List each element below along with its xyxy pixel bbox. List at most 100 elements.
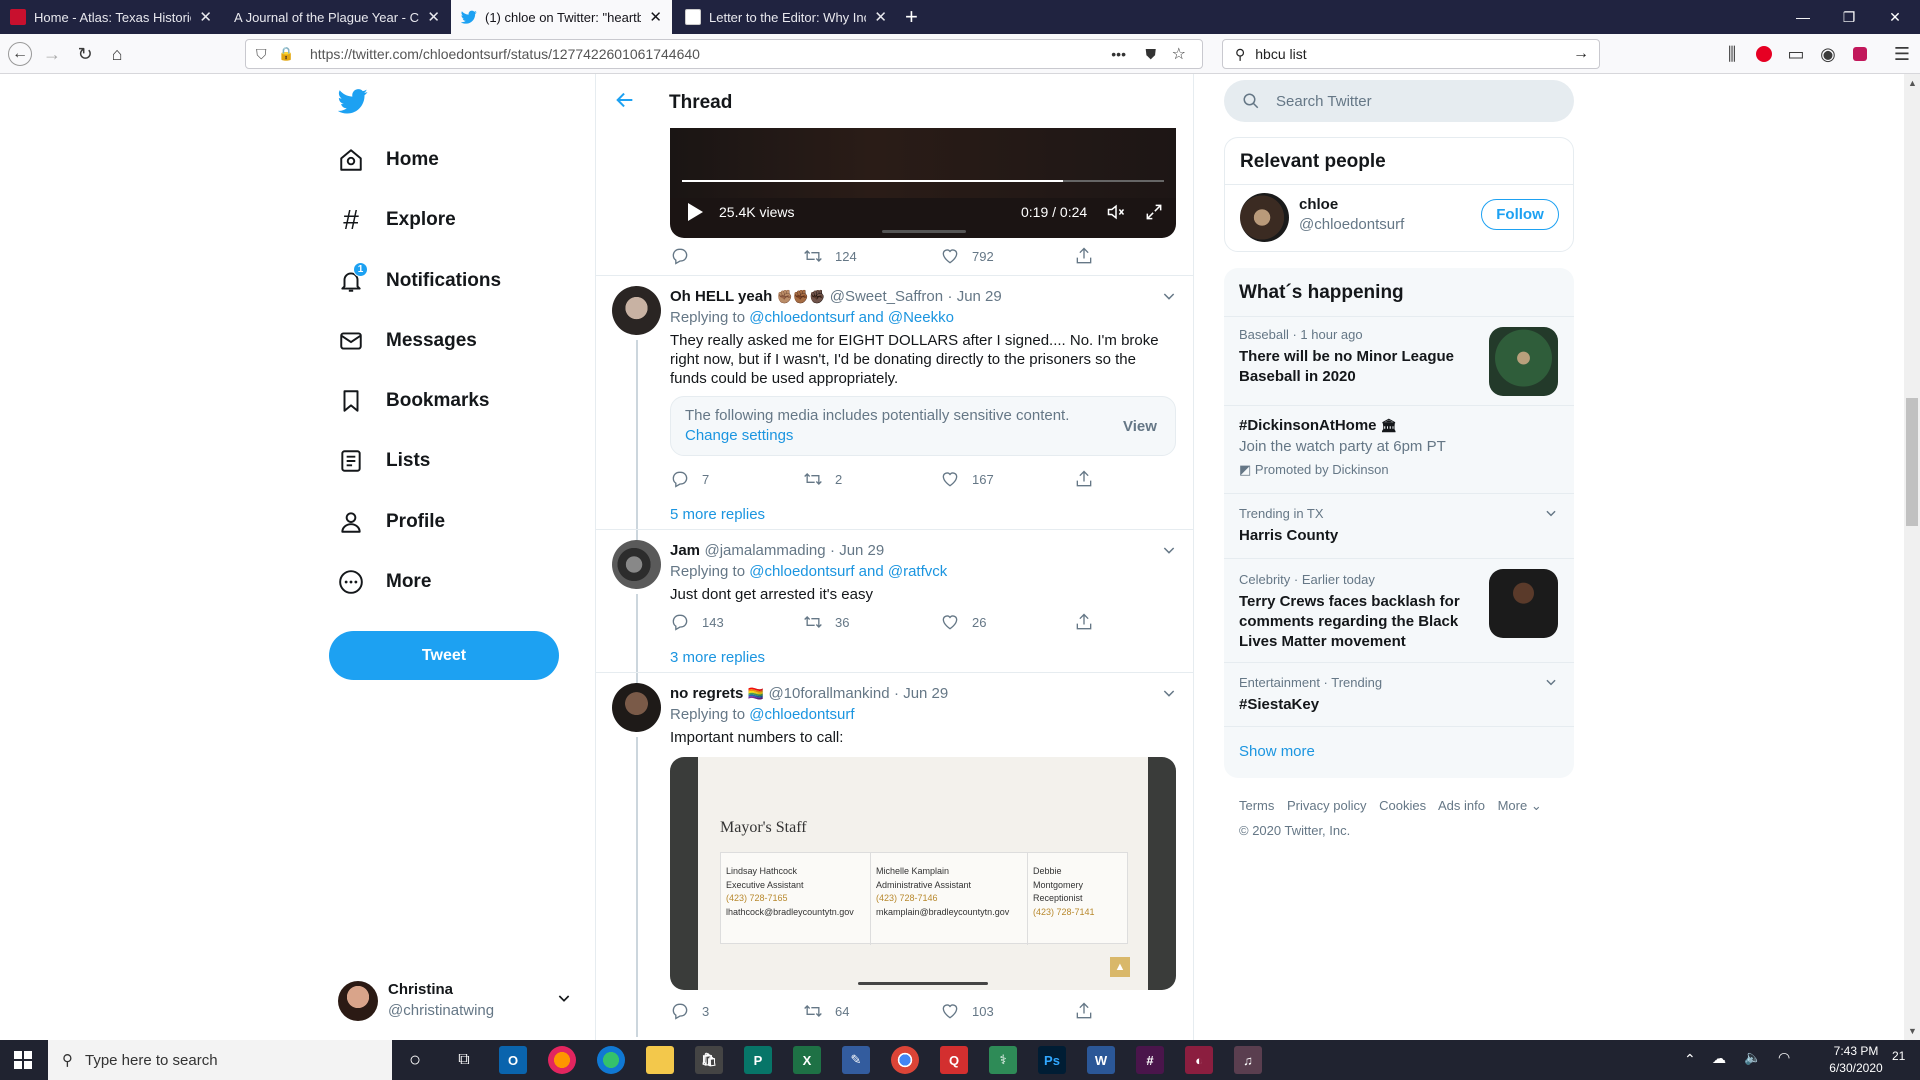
url-bar[interactable]: ⛉ 🔒 https://twitter.com/chloedontsurf/st…	[245, 39, 1203, 69]
store-icon[interactable]: 🛍	[695, 1046, 723, 1074]
sidebar-item-more[interactable]: More	[336, 560, 431, 604]
browser-tab[interactable]: A Journal of the Plague Year - Covid ✕	[224, 0, 450, 34]
share-action[interactable]	[1074, 612, 1106, 632]
slack-icon[interactable]: #	[1136, 1046, 1164, 1074]
tweet-button[interactable]: Tweet	[329, 631, 559, 680]
author-name[interactable]: Oh HELL yeah	[670, 288, 772, 305]
sidebar-item-lists[interactable]: Lists	[336, 439, 430, 483]
show-more-row[interactable]: Show more	[1224, 726, 1574, 778]
reload-icon[interactable]: ↻	[73, 42, 97, 66]
excel-icon[interactable]: X	[793, 1046, 821, 1074]
trend-item[interactable]: Trending in TX Harris County	[1224, 493, 1574, 558]
bookmark-star-icon[interactable]: ☆	[1172, 44, 1186, 64]
notification-center-icon[interactable]: 21	[1892, 1049, 1905, 1063]
chevron-down-icon[interactable]: ⌄	[1531, 798, 1542, 813]
clock-date[interactable]: 6/30/2020	[1822, 1061, 1890, 1075]
chevron-down-icon[interactable]	[1161, 685, 1177, 701]
onedrive-icon[interactable]: ☁	[1712, 1050, 1726, 1067]
photoshop-icon[interactable]: Ps	[1038, 1046, 1066, 1074]
avatar[interactable]	[1240, 193, 1289, 242]
change-settings-link[interactable]: Change settings	[685, 427, 793, 444]
outlook-icon[interactable]: O	[499, 1046, 527, 1074]
clock-time[interactable]: 7:43 PM	[1826, 1044, 1886, 1058]
footer-link[interactable]: Privacy policy	[1287, 798, 1366, 813]
pinterest-icon[interactable]	[1752, 42, 1776, 66]
like-action[interactable]: 792	[940, 246, 994, 266]
file-explorer-icon[interactable]	[646, 1046, 674, 1074]
search-go-icon[interactable]: →	[1573, 45, 1589, 63]
itunes-icon[interactable]: ♫	[1234, 1046, 1262, 1074]
replying-to-link[interactable]: @chloedontsurf and @ratfvck	[749, 563, 947, 580]
share-action[interactable]	[1074, 246, 1106, 266]
retweet-action[interactable]: 36	[803, 612, 849, 632]
author-handle[interactable]: @Sweet_Saffron	[830, 288, 943, 305]
back-arrow-icon[interactable]	[614, 89, 636, 111]
close-icon[interactable]: ✕	[649, 8, 662, 26]
task-view-icon[interactable]: ⧉	[450, 1046, 478, 1074]
retweet-action[interactable]: 2	[803, 469, 842, 489]
browser-search-value[interactable]: hbcu list	[1255, 46, 1306, 62]
share-action[interactable]	[1074, 469, 1106, 489]
twitter-logo-icon[interactable]	[338, 86, 368, 116]
sidebar-item-bookmarks[interactable]: Bookmarks	[336, 379, 490, 423]
footer-link[interactable]: Cookies	[1379, 798, 1426, 813]
author-name[interactable]: no regrets	[670, 685, 743, 702]
menu-icon[interactable]: ☰	[1890, 42, 1914, 66]
browser-search-bar[interactable]: ⚲ hbcu list →	[1222, 39, 1600, 69]
footer-link[interactable]: More	[1498, 798, 1528, 813]
close-window-icon[interactable]: ✕	[1872, 0, 1918, 34]
like-action[interactable]: 26	[940, 612, 986, 632]
page-actions-icon[interactable]: •••	[1111, 46, 1126, 62]
publisher-icon[interactable]: P	[744, 1046, 772, 1074]
avatar[interactable]	[612, 540, 661, 589]
chevron-down-icon[interactable]	[1161, 288, 1177, 304]
replying-to-link[interactable]: @chloedontsurf and @Neekko	[749, 309, 954, 326]
reply-action[interactable]: 3	[670, 1001, 709, 1021]
edge-icon[interactable]	[597, 1046, 625, 1074]
chevron-down-icon[interactable]	[1544, 675, 1558, 689]
forward-icon[interactable]: →	[40, 42, 64, 66]
q-app-icon[interactable]: Q	[940, 1046, 968, 1074]
close-icon[interactable]: ✕	[199, 8, 212, 26]
fullscreen-icon[interactable]	[1144, 202, 1164, 222]
retweet-action[interactable]: 64	[803, 1001, 849, 1021]
minimize-icon[interactable]: —	[1780, 0, 1826, 34]
search-input[interactable]: Search Twitter	[1224, 80, 1574, 122]
video-player[interactable]: 25.4K views 0:19 / 0:24	[670, 128, 1176, 238]
author-handle[interactable]: @jamalammading	[704, 542, 825, 559]
avatar[interactable]	[612, 286, 661, 335]
firefox-icon[interactable]	[548, 1046, 576, 1074]
more-replies-link[interactable]: 3 more replies	[670, 649, 765, 666]
author-handle[interactable]: @10forallmankind	[768, 685, 889, 702]
footer-link[interactable]: Ads info	[1438, 798, 1485, 813]
retweet-action[interactable]: 124	[803, 246, 857, 266]
sidebar-item-explore[interactable]: # Explore	[336, 198, 456, 242]
view-button[interactable]: View	[1123, 418, 1157, 435]
app-red-icon[interactable]: ◐	[1185, 1046, 1213, 1074]
taskbar-search[interactable]: ⚲ Type here to search	[48, 1040, 392, 1080]
mute-icon[interactable]	[1105, 202, 1127, 222]
share-action[interactable]	[1074, 1001, 1106, 1021]
trend-item[interactable]: Celebrity · Earlier today Terry Crews fa…	[1224, 558, 1574, 662]
windows-start-icon[interactable]	[14, 1051, 32, 1069]
close-icon[interactable]: ✕	[874, 8, 887, 26]
person-handle[interactable]: @chloedontsurf	[1299, 216, 1404, 233]
follow-button[interactable]: Follow	[1481, 199, 1559, 230]
page-scrollbar[interactable]: ▲ ▼	[1904, 74, 1920, 1040]
tweet-date[interactable]: · Jun 29	[948, 288, 1002, 305]
cortana-icon[interactable]: ○	[401, 1046, 429, 1074]
volume-icon[interactable]: 🔈	[1744, 1049, 1761, 1066]
reply-action[interactable]: 7	[670, 469, 709, 489]
onenote-pen-icon[interactable]: ✎	[842, 1046, 870, 1074]
close-icon[interactable]: ✕	[427, 8, 440, 26]
trend-item[interactable]: Entertainment · Trending #SiestaKey	[1224, 662, 1574, 726]
play-icon[interactable]	[686, 202, 704, 222]
show-more-link[interactable]: Show more	[1239, 743, 1315, 760]
footer-link[interactable]: Terms	[1239, 798, 1274, 813]
new-tab-button[interactable]: +	[905, 4, 918, 30]
scroll-down-icon[interactable]: ▼	[1908, 1026, 1917, 1036]
sidebar-item-home[interactable]: Home	[336, 138, 439, 182]
like-action[interactable]: 103	[940, 1001, 994, 1021]
restore-icon[interactable]: ❐	[1826, 0, 1872, 34]
sidebar-item-profile[interactable]: Profile	[336, 500, 445, 544]
